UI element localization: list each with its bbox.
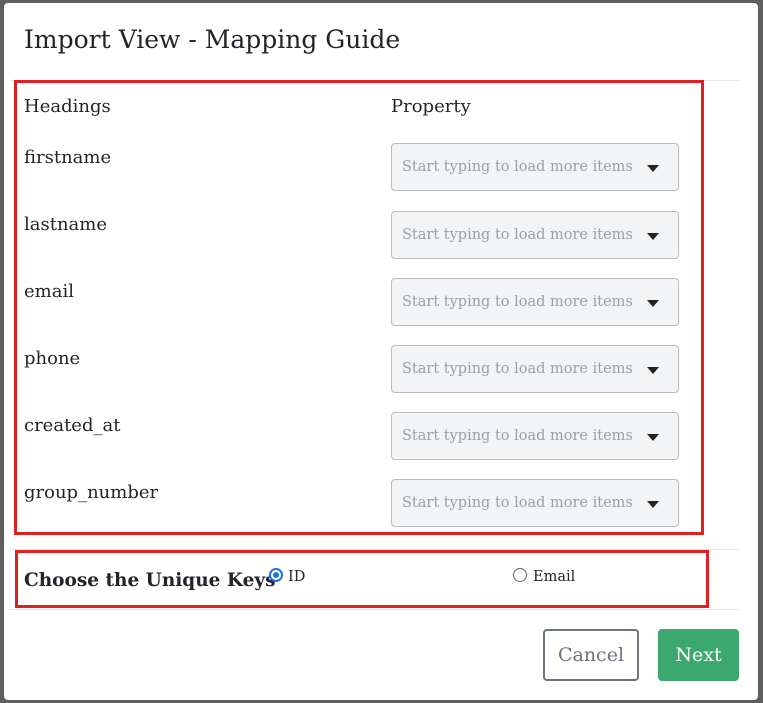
- footer-divider: [10, 609, 740, 610]
- radio-id-label[interactable]: ID: [288, 569, 305, 585]
- property-select-lastname[interactable]: Start typing to load more items: [391, 211, 679, 259]
- heading-email: email: [24, 281, 74, 302]
- property-select-phone[interactable]: Start typing to load more items: [391, 345, 679, 393]
- property-select-firstname[interactable]: Start typing to load more items: [391, 143, 679, 191]
- property-select-created-at[interactable]: Start typing to load more items: [391, 412, 679, 460]
- heading-group-number: group_number: [24, 482, 159, 503]
- radio-email-label[interactable]: Email: [533, 569, 575, 585]
- select-placeholder: Start typing to load more items: [402, 428, 633, 444]
- next-button[interactable]: Next: [658, 629, 739, 681]
- headings-column-label: Headings: [24, 96, 111, 117]
- select-placeholder: Start typing to load more items: [402, 495, 633, 511]
- radio-email[interactable]: [513, 568, 527, 582]
- select-placeholder: Start typing to load more items: [402, 227, 633, 243]
- radio-id[interactable]: [269, 568, 283, 582]
- heading-firstname: firstname: [24, 147, 112, 168]
- heading-created-at: created_at: [24, 415, 121, 436]
- caret-down-icon[interactable]: [647, 165, 659, 172]
- import-mapping-modal: Import View - Mapping Guide Headings Pro…: [4, 3, 758, 700]
- caret-down-icon[interactable]: [647, 367, 659, 374]
- select-placeholder: Start typing to load more items: [402, 361, 633, 377]
- caret-down-icon[interactable]: [647, 300, 659, 307]
- select-placeholder: Start typing to load more items: [402, 294, 633, 310]
- property-select-group-number[interactable]: Start typing to load more items: [391, 479, 679, 527]
- cancel-button[interactable]: Cancel: [543, 629, 639, 681]
- property-column-label: Property: [391, 96, 471, 117]
- select-placeholder: Start typing to load more items: [402, 159, 633, 175]
- property-select-email[interactable]: Start typing to load more items: [391, 278, 679, 326]
- caret-down-icon[interactable]: [647, 501, 659, 508]
- modal-title: Import View - Mapping Guide: [24, 25, 401, 54]
- caret-down-icon[interactable]: [647, 233, 659, 240]
- heading-lastname: lastname: [24, 214, 108, 235]
- heading-phone: phone: [24, 348, 81, 369]
- caret-down-icon[interactable]: [647, 434, 659, 441]
- unique-keys-label: Choose the Unique Keys: [24, 570, 276, 591]
